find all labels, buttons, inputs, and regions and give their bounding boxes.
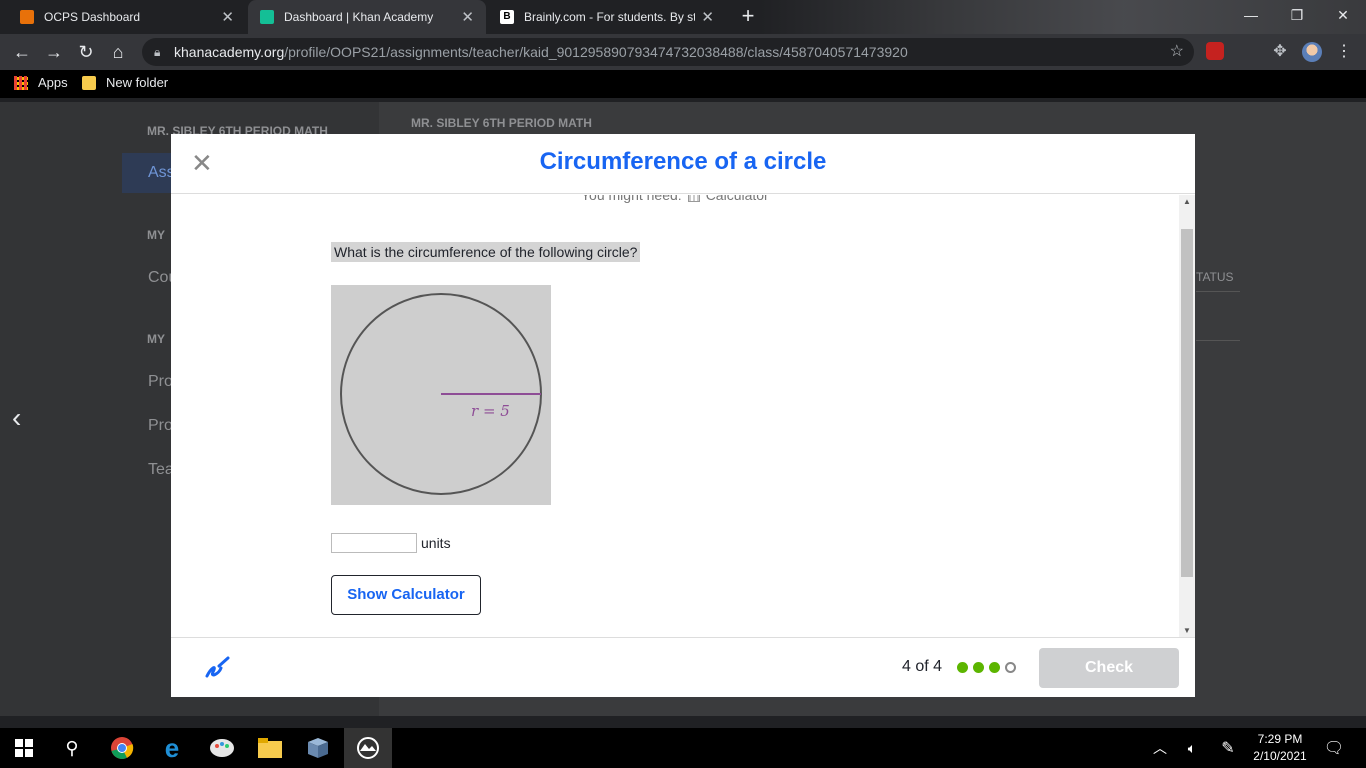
chevron-up-icon[interactable]: ︿ <box>1148 728 1172 768</box>
scrollbar[interactable]: ▲ ▼ <box>1179 195 1195 637</box>
edge-icon[interactable]: e <box>148 728 196 768</box>
answer-input[interactable] <box>331 533 417 553</box>
bookmark-new-folder[interactable]: New folder <box>82 75 168 90</box>
progress-dot-complete <box>973 662 984 673</box>
sidebar-item[interactable]: Tea <box>148 461 174 479</box>
khan-academy-favicon-icon <box>260 10 274 24</box>
clock-time: 7:29 PM <box>1257 732 1303 746</box>
home-icon[interactable]: ⌂ <box>106 40 130 64</box>
exercise-modal: Circumference of a circle ✕ You might ne… <box>171 134 1195 697</box>
tab-title: Dashboard | Khan Academy <box>284 10 434 24</box>
search-icon[interactable]: ⚲ <box>48 728 96 768</box>
chevron-left-icon[interactable]: ‹ <box>12 402 21 434</box>
file-explorer-icon[interactable] <box>246 728 294 768</box>
might-need-tool: Calculator <box>705 195 769 203</box>
modal-footer: 4 of 4 Check <box>171 637 1195 697</box>
tab-brainly[interactable]: B Brainly.com - For students. By stu ✕ <box>488 0 726 34</box>
url-domain: khanacademy.org <box>174 44 285 60</box>
system-clock[interactable]: 7:29 PM 2/10/2021 <box>1250 731 1310 765</box>
paint-icon[interactable] <box>198 728 246 768</box>
scratchpad-icon[interactable] <box>203 654 231 682</box>
restore-icon[interactable]: ❐ <box>1274 4 1320 28</box>
reload-icon[interactable]: ↻ <box>74 40 98 64</box>
volume-icon[interactable]: 🔈︎ <box>1178 728 1206 768</box>
answer-unit: units <box>421 535 451 551</box>
tab-ocps[interactable]: OCPS Dashboard ✕ <box>8 0 246 34</box>
show-calculator-button[interactable]: Show Calculator <box>331 575 481 615</box>
back-icon[interactable]: ← <box>10 40 34 64</box>
extension-shield-icon[interactable] <box>1206 42 1224 60</box>
sidebar-item[interactable]: Pro <box>148 373 173 391</box>
active-app-icon[interactable] <box>344 728 392 768</box>
progress-dot-empty <box>1005 662 1016 673</box>
ocps-favicon-icon <box>20 10 34 24</box>
close-tab-icon[interactable]: ✕ <box>221 8 234 26</box>
brainly-favicon-icon: B <box>500 10 514 24</box>
bookmark-apps[interactable]: Apps <box>14 75 68 90</box>
tab-title: OCPS Dashboard <box>44 10 141 24</box>
apps-grid-icon <box>14 75 28 90</box>
bookmark-star-icon[interactable]: ☆ <box>1170 38 1184 66</box>
scroll-down-icon[interactable]: ▼ <box>1179 626 1195 635</box>
scroll-up-icon[interactable]: ▲ <box>1179 197 1195 206</box>
extensions-puzzle-icon[interactable]: ✥ <box>1270 42 1290 62</box>
tab-khan-academy[interactable]: Dashboard | Khan Academy ✕ <box>248 0 486 34</box>
forward-icon[interactable]: → <box>42 40 66 64</box>
tab-title: Brainly.com - For students. By stu <box>524 10 696 24</box>
lock-icon: 🔒︎ <box>154 45 161 59</box>
modal-header: Circumference of a circle ✕ <box>171 134 1195 194</box>
status-column-header: TATUS <box>1196 270 1234 284</box>
check-button[interactable]: Check <box>1039 648 1179 688</box>
answer-row: units <box>331 533 451 553</box>
chrome-icon[interactable] <box>98 728 146 768</box>
circle-diagram: r = 5 <box>340 293 542 495</box>
folder-icon <box>82 75 96 90</box>
pen-icon[interactable]: ✎ <box>1214 728 1242 768</box>
circle-figure: r = 5 <box>331 285 551 505</box>
divider <box>1196 340 1240 341</box>
windows-start-icon[interactable] <box>0 728 48 768</box>
might-need-hint: You might need: Calculator <box>581 195 769 203</box>
notifications-icon[interactable]: 🗨︎ <box>1318 728 1350 768</box>
menu-icon[interactable]: ⋮ <box>1334 42 1354 62</box>
url-path: /profile/OOPS21/assignments/teacher/kaid… <box>284 44 908 60</box>
divider <box>1196 291 1240 292</box>
bookmark-label: Apps <box>38 75 68 90</box>
radius-label: r = 5 <box>471 402 510 420</box>
new-tab-icon[interactable]: + <box>736 4 760 30</box>
tab-strip: OCPS Dashboard ✕ Dashboard | Khan Academ… <box>0 0 1366 34</box>
sidebar-item[interactable]: Pro <box>148 417 173 435</box>
bookmark-label: New folder <box>106 75 169 90</box>
scrollbar-thumb[interactable] <box>1181 229 1193 577</box>
app-icon[interactable] <box>294 728 342 768</box>
progress-dots <box>957 662 1016 673</box>
close-window-icon[interactable]: ✕ <box>1320 4 1366 28</box>
address-bar[interactable]: 🔒︎ khanacademy.org/profile/OOPS21/assign… <box>142 38 1194 66</box>
browser-toolbar: ← → ↻ ⌂ 🔒︎ khanacademy.org/profile/OOPS2… <box>0 34 1366 70</box>
progress-dot-complete <box>957 662 968 673</box>
question-text: What is the circumference of the followi… <box>331 242 641 262</box>
close-tab-icon[interactable]: ✕ <box>461 8 474 26</box>
class-name-header: MR. SIBLEY 6TH PERIOD MATH <box>411 116 592 130</box>
sidebar-section-heading: MY <box>147 228 165 242</box>
modal-title: Circumference of a circle <box>539 148 827 175</box>
minimize-icon[interactable]: — <box>1228 4 1274 28</box>
close-icon[interactable]: ✕ <box>191 150 213 176</box>
clock-date: 2/10/2021 <box>1253 749 1307 763</box>
windows-taskbar: ⚲ e ︿ 🔈︎ ✎ 7:29 PM 2/10/2021 🗨︎ <box>0 728 1366 768</box>
sidebar-section-heading: MY <box>147 332 165 346</box>
calculator-icon <box>687 195 700 203</box>
profile-avatar[interactable] <box>1302 42 1322 62</box>
close-tab-icon[interactable]: ✕ <box>701 8 714 26</box>
might-need-label: You might need: <box>581 195 682 203</box>
bookmarks-bar: Apps New folder <box>0 70 1366 98</box>
modal-body: You might need: Calculator What is the ci… <box>171 195 1195 637</box>
progress-text: 4 of 4 <box>902 658 943 675</box>
progress-dot-complete <box>989 662 1000 673</box>
